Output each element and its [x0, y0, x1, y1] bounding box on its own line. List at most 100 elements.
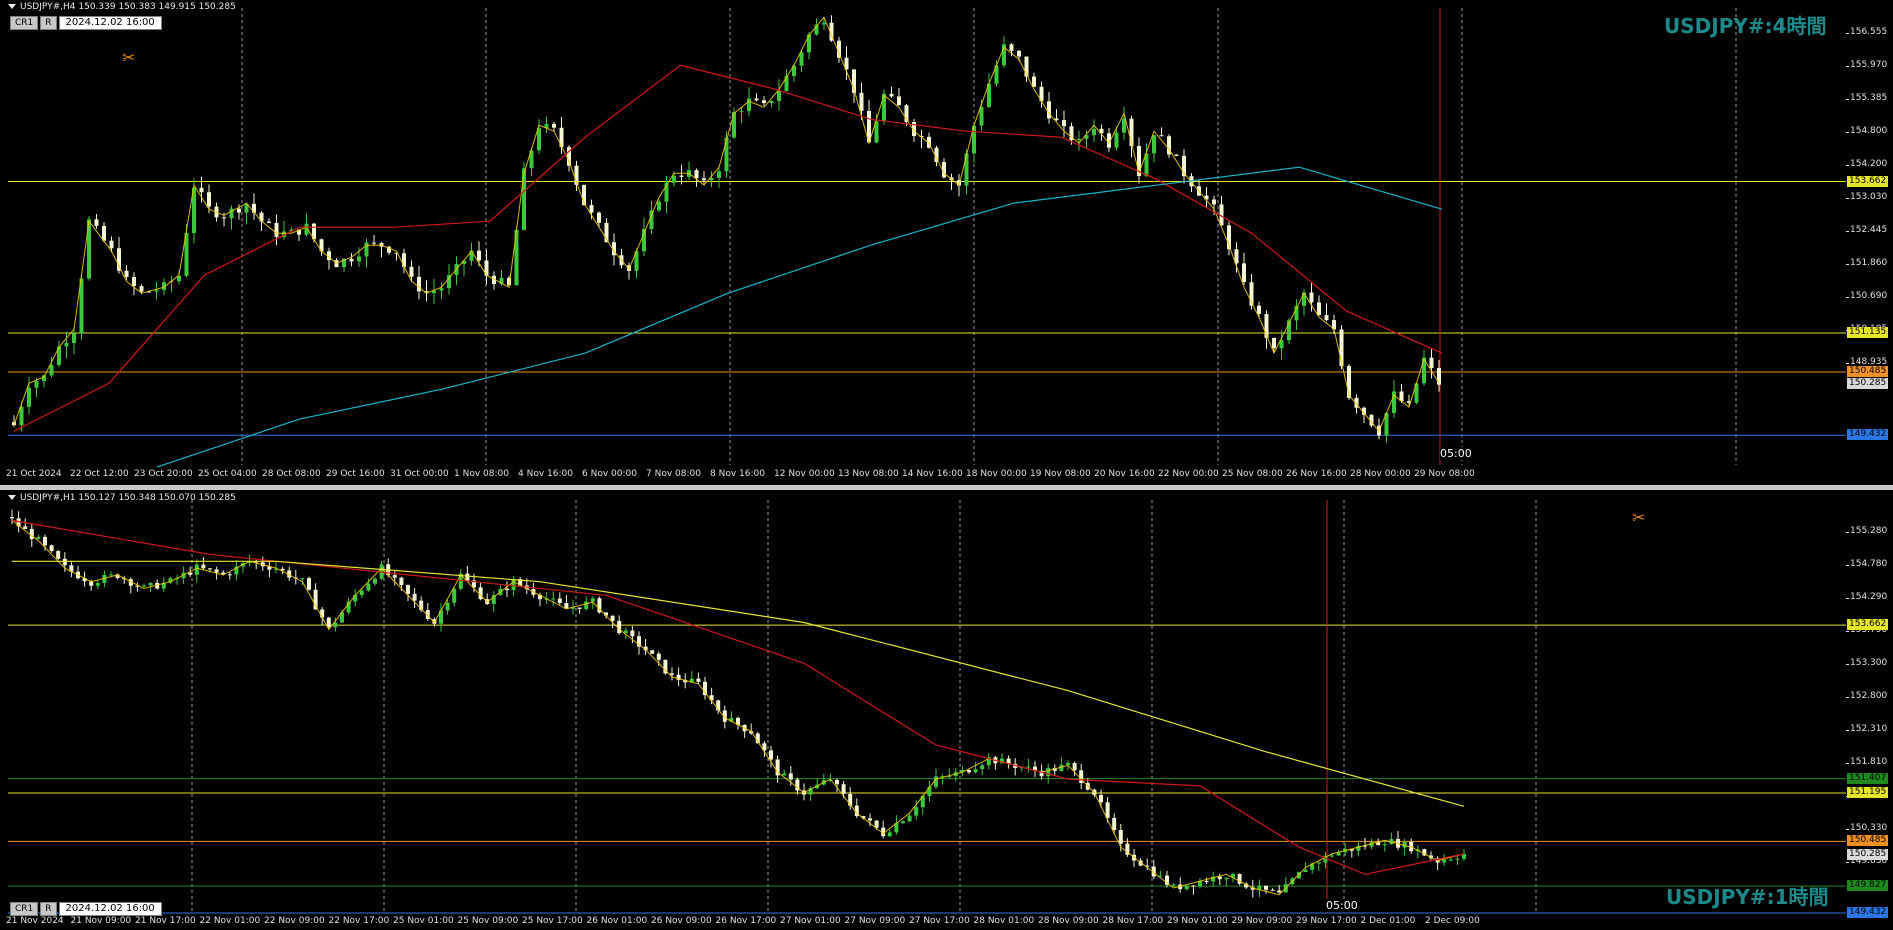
- candle-body: [552, 123, 556, 128]
- scissors-icon[interactable]: ✂: [122, 48, 135, 67]
- price-tag: 149.827: [1847, 880, 1889, 892]
- price-tag: 151.407: [1847, 772, 1889, 784]
- candle-body: [769, 750, 773, 760]
- candle-body: [1316, 862, 1321, 864]
- time-label: 7 Nov 08:00: [646, 469, 701, 479]
- price-label: 154.290: [1845, 592, 1888, 602]
- candle-body: [1257, 305, 1261, 314]
- cr1-button[interactable]: CR1: [10, 16, 39, 30]
- candle-body: [1062, 120, 1066, 127]
- r-button[interactable]: R: [40, 902, 57, 916]
- candle-body: [1429, 357, 1434, 369]
- price-label: 150.690: [1845, 291, 1888, 301]
- candle-body: [577, 607, 582, 609]
- price-label: 156.555: [1845, 27, 1888, 37]
- price-tag: 153.662: [1847, 175, 1889, 187]
- candle-body: [201, 564, 206, 569]
- scissors-icon[interactable]: ✂: [1632, 508, 1645, 527]
- chart-pane-h4[interactable]: USDJPY#,H4 150.339 150.383 149.915 150.2…: [0, 0, 1893, 485]
- candle-body: [1017, 50, 1021, 57]
- price-label: 151.860: [1845, 258, 1888, 268]
- candle-body: [882, 93, 886, 122]
- price-label: 155.385: [1845, 93, 1888, 103]
- time-label: 2 Dec 09:00: [1425, 916, 1480, 926]
- time-label: 27 Nov 01:00: [780, 916, 841, 926]
- candle-body: [64, 343, 69, 347]
- candle-body: [696, 678, 701, 682]
- candle-body: [973, 769, 978, 773]
- candle-body: [1303, 869, 1308, 873]
- cr1-button[interactable]: CR1: [10, 902, 39, 916]
- candle-body: [439, 288, 444, 291]
- candle-body: [754, 98, 759, 101]
- time-label: 26 Nov 17:00: [715, 916, 777, 926]
- candle-body: [670, 673, 674, 675]
- time-label: 21 Oct 2024: [6, 469, 62, 479]
- time-label: 26 Nov 09:00: [651, 916, 712, 926]
- candle-body: [1066, 762, 1070, 765]
- datetime-box[interactable]: 2024.12.02 16:00: [58, 16, 162, 30]
- time-label: 28 Nov 01:00: [973, 916, 1035, 926]
- chart-plot-h1[interactable]: [8, 490, 1846, 930]
- candle-body: [889, 93, 894, 97]
- candle-body: [1204, 880, 1209, 882]
- time-label: 26 Nov 01:00: [586, 916, 648, 926]
- price-axis-h1[interactable]: 155.280154.780154.290153.790153.300152.8…: [1845, 490, 1893, 920]
- candle-body: [222, 217, 226, 219]
- candle-body: [589, 205, 594, 213]
- collapse-triangle-icon[interactable]: [8, 495, 16, 500]
- candle-body: [27, 387, 31, 407]
- chart-pane-h1[interactable]: USDJPY#,H1 150.127 150.348 150.070 150.2…: [0, 490, 1893, 930]
- candle-body: [373, 578, 377, 584]
- candle-body: [267, 221, 271, 223]
- time-label: 2 Dec 01:00: [1360, 916, 1416, 926]
- candle-body: [610, 615, 615, 621]
- candle-body: [49, 545, 54, 552]
- chart-plot-h4[interactable]: [8, 0, 1846, 485]
- candle-body: [23, 526, 28, 529]
- candle-body: [732, 112, 736, 138]
- r-button[interactable]: R: [40, 16, 57, 30]
- candle-body: [399, 577, 404, 586]
- candle-body: [207, 192, 211, 207]
- candle-body: [1277, 890, 1282, 893]
- candle-body: [417, 276, 421, 292]
- candle-body: [907, 815, 912, 822]
- datetime-box[interactable]: 2024.12.02 16:00: [58, 902, 162, 916]
- candle-body: [208, 568, 212, 570]
- time-label: 29 Oct 16:00: [326, 469, 385, 479]
- candle-body: [788, 773, 793, 780]
- candle-body: [359, 590, 364, 595]
- symbol-info-h4: USDJPY#,H4 150.339 150.383 149.915 150.2…: [8, 2, 236, 12]
- candle-body: [307, 578, 311, 590]
- candle-body: [630, 630, 635, 637]
- time-label: 25 Nov 17:00: [522, 916, 583, 926]
- candle-body: [62, 558, 67, 566]
- candle-body: [465, 573, 470, 581]
- candle-body: [445, 602, 450, 611]
- candle-body: [901, 821, 905, 824]
- current-price-tag: 150.285: [1847, 848, 1889, 860]
- candle-body: [1009, 44, 1014, 51]
- candle-body: [1046, 768, 1051, 777]
- candle-body: [617, 620, 622, 634]
- candle-body: [412, 593, 417, 601]
- price-label: 152.310: [1845, 724, 1888, 734]
- candle-body: [227, 574, 232, 576]
- collapse-triangle-icon[interactable]: [8, 4, 16, 9]
- candle-body: [887, 832, 892, 837]
- time-axis-h4[interactable]: 21 Oct 2024 22 Oct 12:00 23 Oct 20:00 25 Oc…: [0, 469, 1846, 483]
- candle-body: [964, 153, 969, 186]
- price-tag: 149.432: [1847, 429, 1889, 441]
- time-label: 25 Oct 04:00: [198, 469, 257, 479]
- candle-body: [769, 101, 774, 104]
- candle-body: [252, 203, 256, 213]
- time-label: 21 Nov 17:00: [135, 916, 196, 926]
- price-axis-h4[interactable]: 156.555 155.970 155.385 154.800 154.200 153.0…: [1845, 0, 1893, 470]
- candle-body: [188, 572, 193, 575]
- time-axis-h1[interactable]: 21 Nov 2024 21 Nov 09:00 21 Nov 17:00 22 No…: [0, 916, 1846, 930]
- time-label: 28 Nov 00:00: [1350, 469, 1411, 479]
- candle-body: [897, 96, 901, 106]
- candle-body: [132, 277, 136, 287]
- candle-body: [841, 784, 846, 794]
